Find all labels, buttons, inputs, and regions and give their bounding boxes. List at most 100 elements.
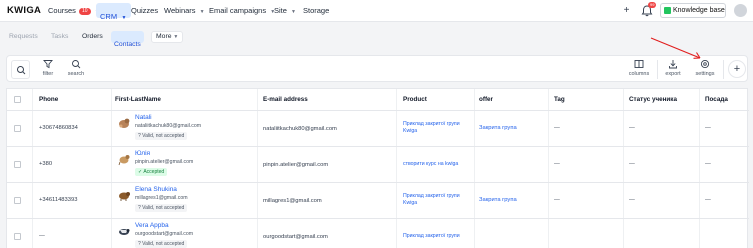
offer-link[interactable]: Закрита група [479,197,517,203]
nav-site[interactable]: Site ▼ [274,6,296,15]
column-header-name[interactable]: First-LastName [115,96,161,103]
nav-crm[interactable]: CRM ▼ [96,3,131,21]
product-link[interactable]: створити курс на kwiga [403,161,458,168]
search-icon [72,60,81,69]
tab-contacts[interactable]: Contacts [111,31,144,48]
product-link[interactable]: Приклад закритої групи Kwiga [403,193,460,207]
columns-label: columns [628,71,650,77]
contacts-toolbar: filter search columns export settings + [6,55,748,82]
create-button[interactable]: + [620,4,633,17]
filter-button[interactable]: filter [33,59,63,77]
contacts-table: Phone First-LastName E-mail address Prod… [6,88,749,248]
status-text: Valid, not accepted [142,133,185,139]
magnifier-icon [17,66,26,75]
column-header-offer[interactable]: offer [479,96,493,103]
nav-quizzes-label: Quizzes [131,6,159,15]
row-checkbox[interactable] [14,197,21,204]
status-badge: ? Valid, not accepted [135,132,188,140]
nav-courses[interactable]: Courses 10 ▼ [48,6,100,15]
nav-storage[interactable]: Storage [303,6,329,15]
status-text: Valid, not accepted [142,241,185,247]
export-label: export [665,71,681,77]
annotation-arrow [650,37,701,59]
search-label: search [67,71,85,77]
product-line: Kwiga [403,200,418,206]
add-contact-button[interactable]: + [728,60,746,78]
status-badge: ? Valid, not accepted [135,240,188,248]
knowledge-base-button[interactable]: Knowledge base [660,3,726,18]
status-badge: ? Valid, not accepted [135,204,188,212]
contact-email-small: nataliitkachuk80@gmail.com [135,123,202,129]
table-row[interactable]: +30674860834 Natali nataliitkachuk80@gma… [7,111,749,147]
table-row[interactable]: +380 Юлія pinpin.atelier@gmail.com ✓ Acc… [7,147,749,183]
table-header: Phone First-LastName E-mail address Prod… [7,89,749,111]
phone-cell: — [39,233,45,239]
chevron-down-icon: ▼ [199,9,205,15]
book-icon [664,7,671,14]
nav-quizzes[interactable]: Quizzes [131,6,158,15]
more-dropdown[interactable]: More ▼ [151,31,184,43]
contact-avatar [118,155,130,166]
offer-link[interactable]: Закрита група [479,125,517,131]
filter-icon [43,60,53,69]
contact-name-link[interactable]: Natali [135,114,152,121]
product-line: Kwiga [403,128,418,134]
divider [723,60,724,79]
contact-name-link[interactable]: Юлія [135,150,150,157]
contact-name-link[interactable]: Elena Shukina [135,186,177,193]
phone-cell: +34611483393 [39,197,78,203]
nav-site-label: Site [274,6,287,15]
contact-avatar [119,192,130,201]
column-header-tag[interactable]: Tag [554,96,565,103]
app-logo[interactable]: KWIGA [7,5,41,16]
column-header-student-status[interactable]: Статус ученика [629,96,677,103]
contact-email-small: ourgoodstart@gmail.com [135,231,194,237]
knowledge-base-label: Knowledge base [673,7,725,14]
select-all-checkbox[interactable] [14,96,21,103]
tag-cell: — [554,197,560,203]
position-cell: — [705,125,711,131]
nav-webinars[interactable]: Webinars ▼ [164,6,205,15]
product-line: Приклад закритої групи [403,121,460,127]
product-link[interactable]: Приклад закритої групи [403,233,460,240]
question-icon: ? [138,133,141,139]
status-text: Accepted [143,169,165,175]
row-checkbox[interactable] [14,161,21,168]
nav-email-campaigns[interactable]: Email campaigns ▼ [209,6,275,15]
position-cell: — [705,197,711,203]
status-badge: ✓ Accepted [135,168,168,176]
student-status-cell: — [629,125,635,131]
zoom-search-button[interactable] [11,60,30,79]
contact-name-link[interactable]: Vera Appba [135,222,169,229]
column-header-email[interactable]: E-mail address [263,96,308,103]
search-button[interactable]: search [61,59,91,77]
row-checkbox[interactable] [14,233,21,240]
settings-label: settings [695,71,715,77]
student-status-cell: — [629,197,635,203]
position-cell: — [705,161,711,167]
email-cell: pinpin.atelier@gmail.com [263,162,329,168]
tab-requests[interactable]: Requests [9,33,38,40]
table-row[interactable]: +34611483393 Elena Shukina millagres1@gm… [7,183,749,219]
phone-cell: +380 [39,161,53,167]
nav-crm-label: CRM [100,12,118,21]
top-navbar: KWIGA Courses 10 ▼ CRM ▼ Quizzes Webinar… [0,0,753,22]
contact-avatar [119,229,130,235]
product-link[interactable]: Приклад закритої групи Kwiga [403,121,460,135]
tab-tasks[interactable]: Tasks [51,33,68,40]
product-line: Приклад закритої групи [403,193,460,199]
contact-avatar [119,118,130,128]
table-row[interactable]: — Vera Appba ourgoodstart@gmail.com ? Va… [7,219,749,248]
column-header-phone[interactable]: Phone [39,96,58,103]
product-line: створити курс на kwiga [403,161,459,167]
courses-count-badge: 10 [79,8,91,15]
row-checkbox[interactable] [14,125,21,132]
check-icon: ✓ [138,169,143,175]
contact-email-small: millagres1@gmail.com [135,195,188,201]
column-header-position[interactable]: Посада [705,96,728,103]
chevron-down-icon: ▼ [173,34,179,40]
nav-storage-label: Storage [303,6,330,15]
user-avatar[interactable] [734,4,747,17]
column-header-product[interactable]: Product [403,96,427,103]
tab-orders[interactable]: Orders [82,33,103,40]
